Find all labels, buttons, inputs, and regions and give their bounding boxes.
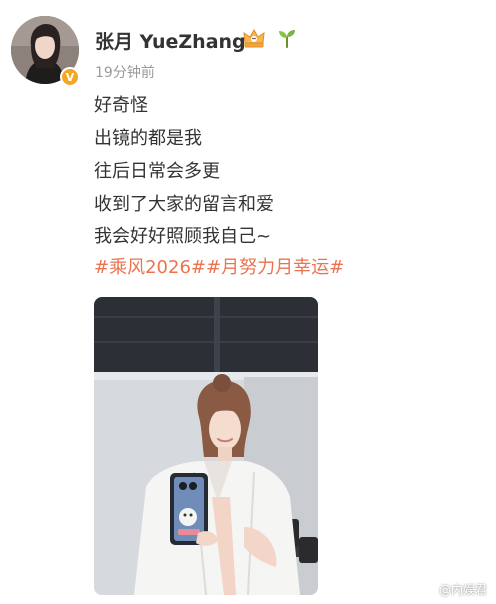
- sprout-badge-icon[interactable]: [276, 27, 298, 49]
- watermark-text: @内娱君: [439, 582, 488, 597]
- hashtags: #乘风2026##月努力月幸运#: [94, 257, 344, 279]
- post-text-line: 收到了大家的留言和爱: [94, 194, 274, 215]
- verified-badge-label: V: [65, 70, 75, 84]
- post-text-line: 出镜的都是我: [94, 128, 202, 149]
- hashtag-link[interactable]: #月努力月幸运#: [206, 257, 344, 278]
- weibo-logo-icon: [416, 581, 435, 598]
- username[interactable]: 张月 YueZhang: [95, 27, 246, 54]
- hashtag-link[interactable]: #乘风2026#: [94, 257, 206, 278]
- post-text-line: 好奇怪: [94, 95, 148, 116]
- post-text-line: 往后日常会多更: [94, 161, 220, 182]
- verified-badge: V: [60, 67, 80, 87]
- post-text-line: 我会好好照顾我自己~: [94, 226, 272, 247]
- post-photo[interactable]: [94, 297, 318, 595]
- crown-badge-icon[interactable]: [242, 27, 266, 49]
- post-timestamp: 19分钟前: [95, 65, 155, 81]
- watermark: @内娱君: [416, 579, 487, 599]
